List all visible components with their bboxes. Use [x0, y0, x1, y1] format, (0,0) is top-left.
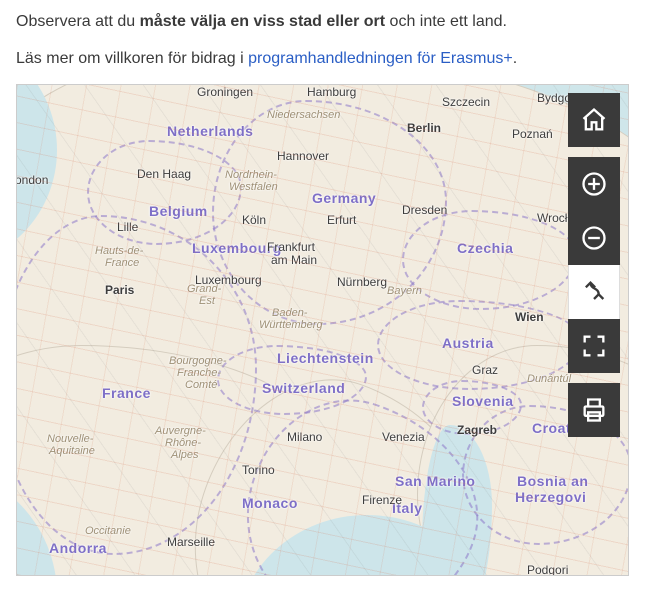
- read-more-text: Läs mer om villkoren för bidrag i progra…: [16, 47, 629, 70]
- notice-text: Observera att du måste välja en viss sta…: [16, 10, 629, 33]
- plus-circle-icon: [580, 170, 608, 198]
- home-icon: [580, 106, 608, 134]
- print-button[interactable]: [568, 383, 620, 437]
- map-canvas[interactable]: NetherlandsBelgiumLuxembourgGermanyCzech…: [17, 85, 628, 575]
- zoom-out-button[interactable]: [568, 211, 620, 265]
- control-gap-2: [568, 373, 620, 383]
- control-gap: [568, 147, 620, 157]
- directions-button[interactable]: [568, 265, 620, 319]
- home-button[interactable]: [568, 93, 620, 147]
- notice-bold: måste välja en viss stad eller ort: [140, 13, 385, 30]
- map-container[interactable]: NetherlandsBelgiumLuxembourgGermanyCzech…: [16, 84, 629, 576]
- print-icon: [580, 396, 608, 424]
- zoom-in-button[interactable]: [568, 157, 620, 211]
- read-more-pre: Läs mer om villkoren för bidrag i: [16, 50, 248, 67]
- minus-circle-icon: [580, 224, 608, 252]
- notice-pre: Observera att du: [16, 13, 140, 30]
- fullscreen-icon: [580, 332, 608, 360]
- read-more-post: .: [513, 50, 517, 67]
- directions-icon: [580, 278, 608, 306]
- fullscreen-button[interactable]: [568, 319, 620, 373]
- erasmus-guide-link[interactable]: programhandledningen för Erasmus+: [248, 50, 513, 67]
- map-controls: [568, 93, 620, 437]
- notice-post: och inte ett land.: [385, 13, 507, 30]
